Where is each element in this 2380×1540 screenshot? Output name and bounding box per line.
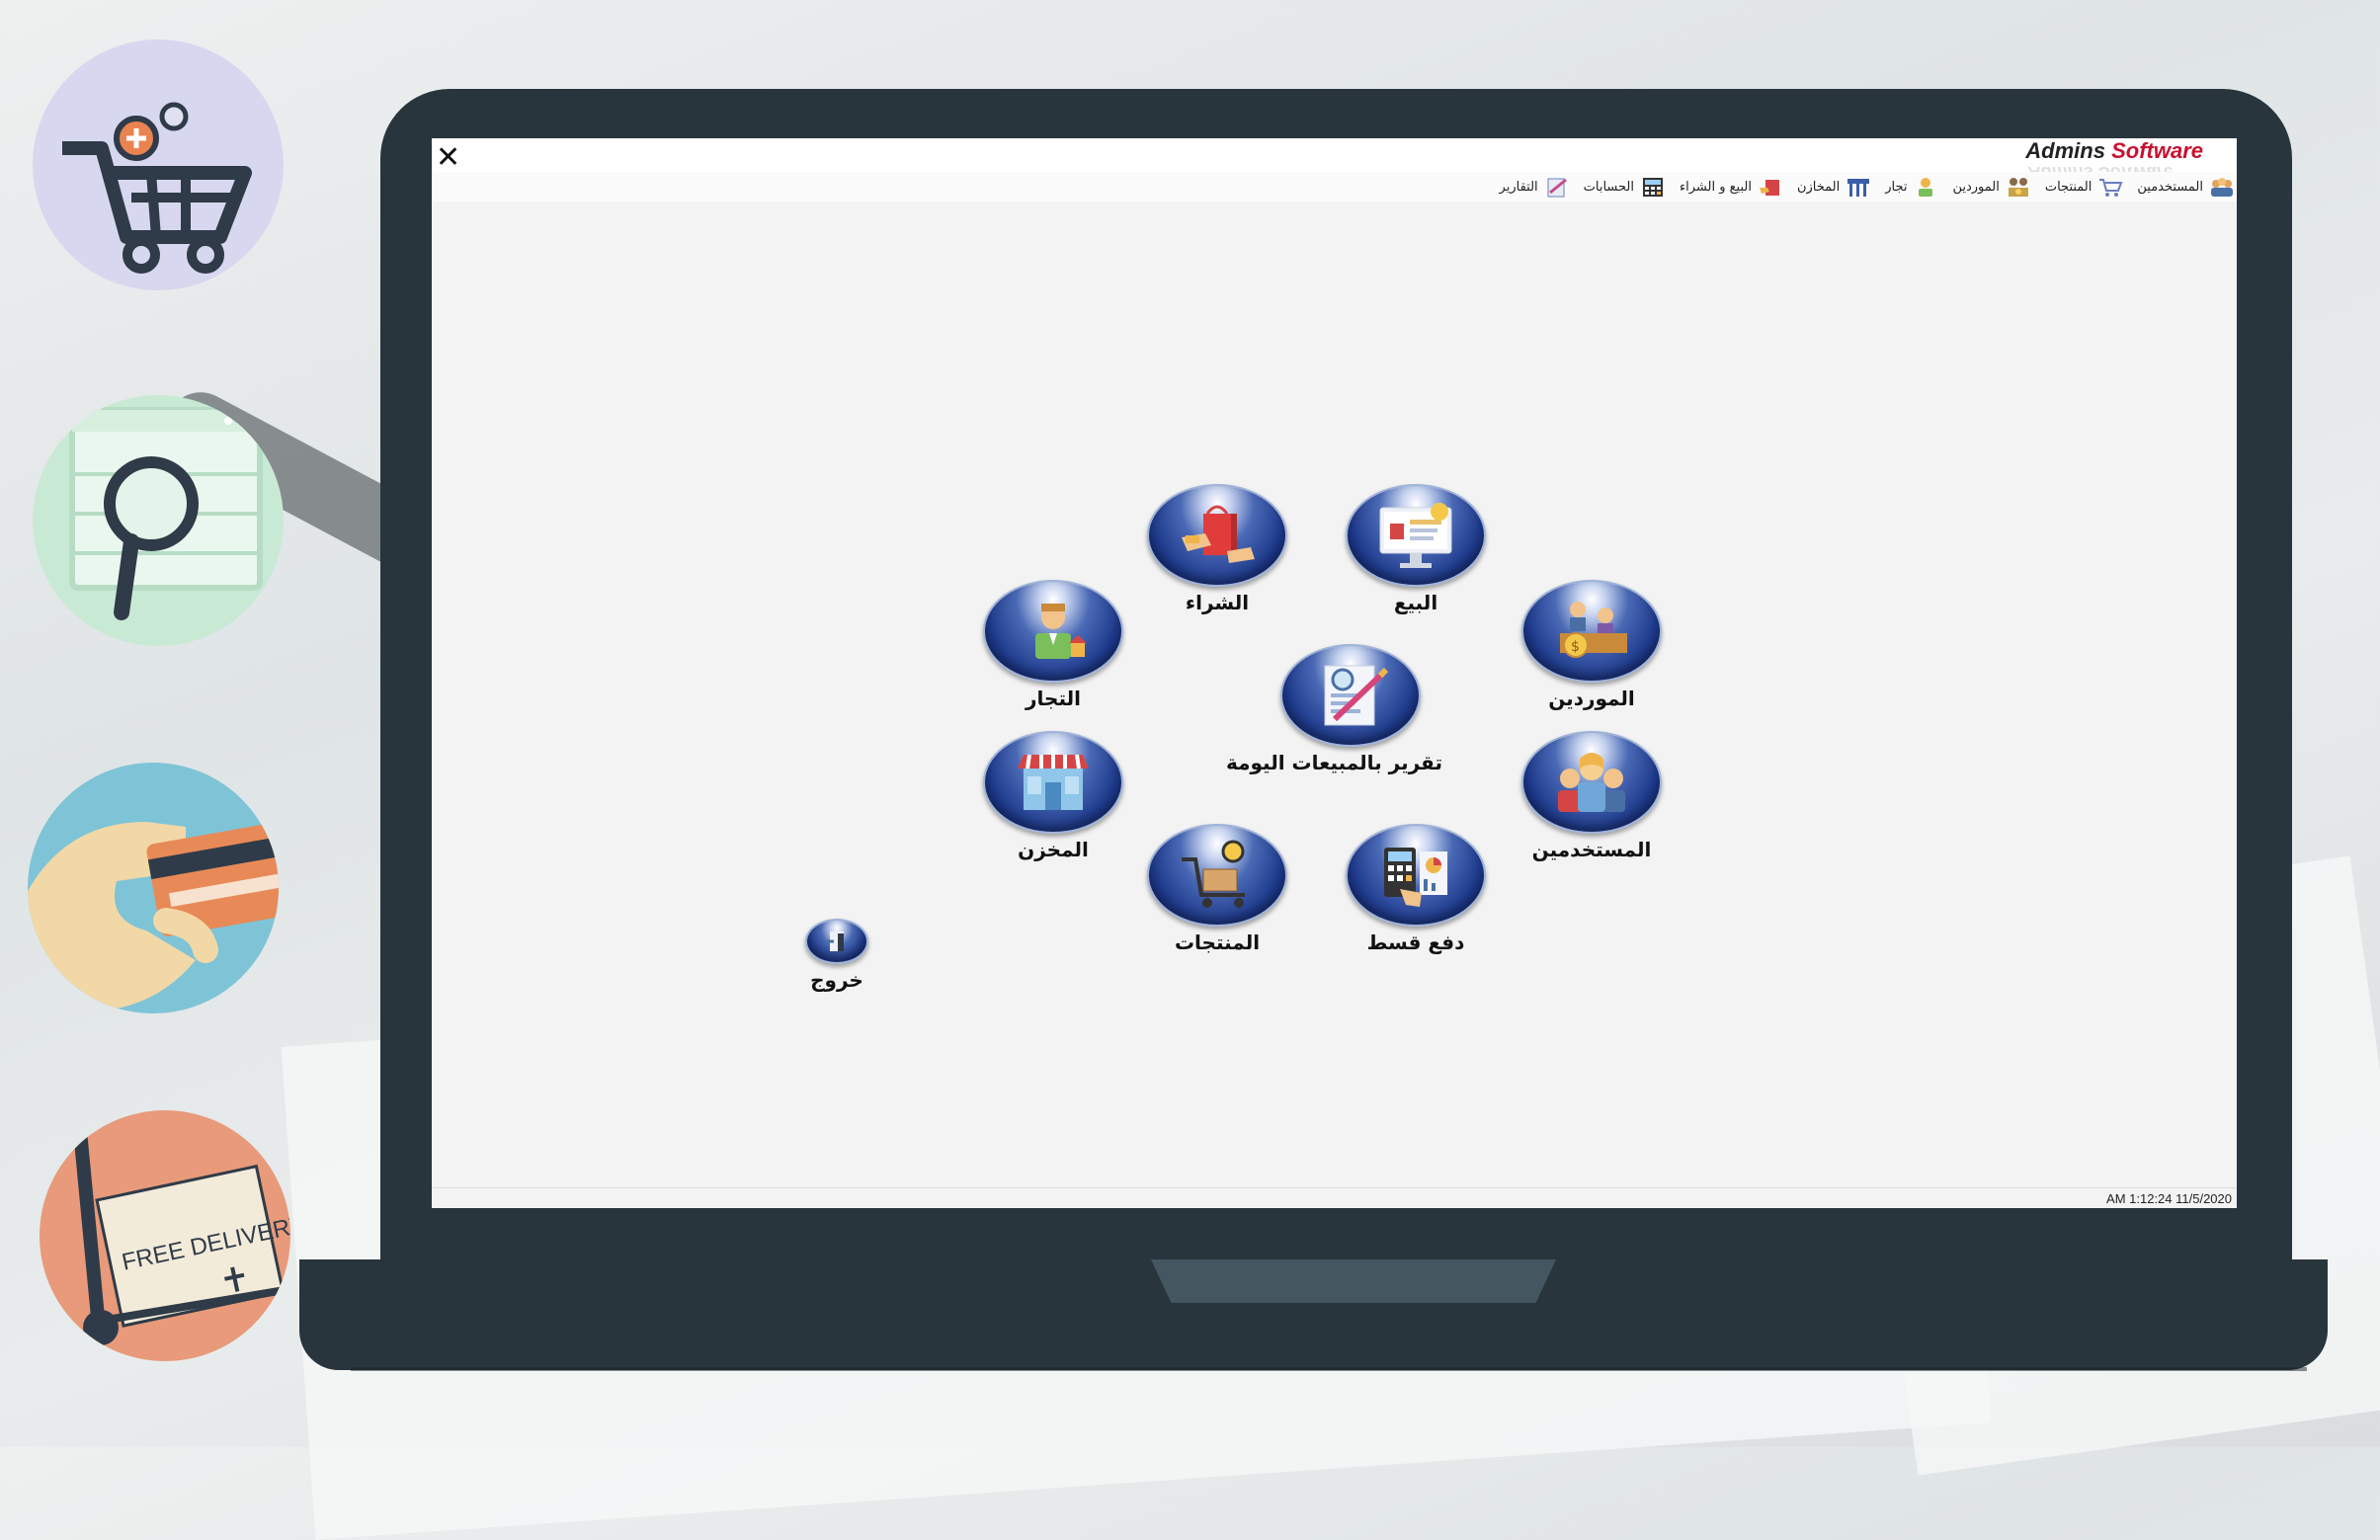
users-icon	[2211, 178, 2233, 197]
exit-door-icon	[826, 932, 844, 951]
purchase-orb	[1147, 484, 1287, 587]
users-button[interactable]: المستخدمين	[1521, 731, 1662, 861]
close-icon[interactable]: ✕	[436, 140, 460, 175]
hub-label: التجار	[1026, 687, 1081, 710]
svg-text:$: $	[1571, 639, 1580, 655]
brand-suffix: Software	[2111, 138, 2203, 163]
sales-screen-icon	[1379, 503, 1452, 568]
cart-box-icon	[1182, 840, 1245, 908]
menu-bar: المستخدمين المنتجات الموردين تجار المخاز…	[432, 172, 2237, 202]
products-cart-icon	[2099, 179, 2123, 197]
accounts-icon	[1643, 178, 1663, 197]
hub-label: البيع	[1393, 591, 1438, 614]
title-bar: ✕ Admins Software Admins Software	[432, 138, 2237, 183]
free-delivery-icon: FREE DELIVERY	[40, 1110, 290, 1361]
hub-label: المنتجات	[1174, 931, 1261, 954]
warehouse-orb	[983, 731, 1123, 834]
purchase-button[interactable]: الشراء	[1147, 484, 1287, 614]
brand-logo: Admins Software	[2025, 138, 2203, 164]
menu-item-products[interactable]: المنتجات	[2045, 176, 2124, 198]
storefront-icon	[1018, 754, 1089, 810]
daily-report-orb	[1280, 644, 1422, 747]
menu-item-label: البيع و الشراء	[1680, 179, 1752, 195]
app-window: ✕ Admins Software Admins Software المستخ…	[432, 138, 2237, 1208]
buy-sell-icon	[1759, 180, 1779, 196]
suppliers-icon	[2008, 178, 2028, 197]
reports-icon	[1547, 178, 1567, 198]
sale-orb	[1346, 484, 1486, 587]
hub-label: تقرير بالمبيعات اليومة	[1226, 751, 1442, 774]
users-orb	[1521, 731, 1662, 834]
menu-item-buy-sell[interactable]: البيع و الشراء	[1680, 176, 1783, 198]
hub-label: دفع قسط	[1366, 931, 1465, 954]
menu-item-label: الحسابات	[1583, 179, 1634, 195]
menu-item-stores[interactable]: المخازن	[1797, 176, 1871, 198]
sale-button[interactable]: البيع	[1346, 484, 1486, 614]
hub-label: الشراء	[1185, 591, 1250, 614]
credit-card-hand-icon	[28, 763, 279, 1013]
merchants-button[interactable]: التجار	[983, 580, 1123, 710]
laptop-notch	[1151, 1259, 1556, 1303]
brand-prefix: Admins	[2025, 138, 2105, 163]
installment-button[interactable]: دفع قسط	[1346, 824, 1486, 954]
merchant-icon	[1919, 178, 1933, 197]
users-group-icon	[1558, 753, 1625, 812]
suppliers-orb: $	[1521, 580, 1662, 683]
products-orb	[1147, 824, 1287, 927]
suppliers-button[interactable]: $ الموردين	[1521, 580, 1662, 710]
products-button[interactable]: المنتجات	[1147, 824, 1287, 954]
menu-item-label: المستخدمين	[2137, 179, 2203, 195]
hub-label: المستخدمين	[1531, 838, 1652, 861]
store-icon	[1847, 179, 1870, 197]
merchants-orb	[983, 580, 1123, 683]
menu-item-label: تجار	[1885, 179, 1908, 195]
daily-report-button[interactable]: تقرير بالمبيعات اليومة	[1226, 644, 1442, 774]
warehouse-button[interactable]: المخزن	[983, 731, 1123, 861]
laptop-shadow	[351, 1367, 2307, 1371]
status-bar: AM 1:12:24 11/5/2020	[432, 1187, 2237, 1208]
menu-item-merchants[interactable]: تجار	[1885, 176, 1938, 198]
hub-label: خروج	[810, 968, 863, 992]
merchant-person-icon	[1035, 604, 1087, 659]
menu-item-label: المنتجات	[2044, 179, 2093, 195]
menu-item-label: المخازن	[1796, 179, 1841, 195]
purchase-bag-icon	[1182, 505, 1255, 563]
status-datetime: AM 1:12:24 11/5/2020	[2106, 1191, 2232, 1206]
suppliers-money-icon: $	[1560, 602, 1627, 658]
installment-orb	[1346, 824, 1486, 927]
report-document-icon	[1324, 665, 1389, 726]
menu-item-label: التقارير	[1499, 179, 1538, 195]
menu-item-users[interactable]: المستخدمين	[2137, 176, 2235, 198]
magnifier-browser-icon	[33, 395, 284, 646]
menu-item-accounts[interactable]: الحسابات	[1584, 176, 1666, 198]
menu-item-reports[interactable]: التقارير	[1500, 176, 1570, 198]
hub-label: المخزن	[1018, 838, 1089, 861]
calculator-chart-icon	[1384, 848, 1447, 907]
hub-label: الموردين	[1548, 687, 1635, 710]
menu-item-suppliers[interactable]: الموردين	[1952, 176, 2030, 198]
exit-button[interactable]: خروج	[805, 919, 868, 992]
shopping-cart-icon	[33, 40, 284, 290]
exit-orb	[805, 919, 868, 964]
menu-item-label: الموردين	[1952, 179, 2000, 195]
